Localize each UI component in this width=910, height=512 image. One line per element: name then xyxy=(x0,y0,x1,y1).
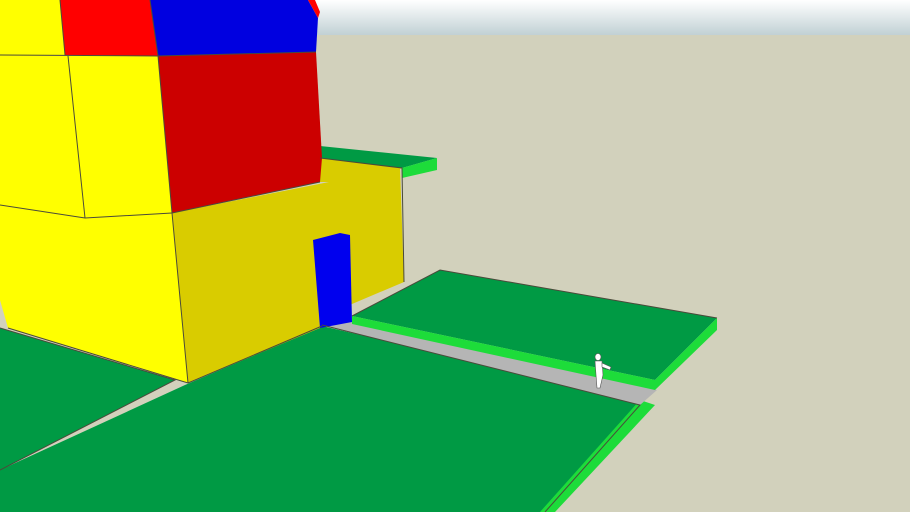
roof-yellow-panel xyxy=(0,0,65,55)
3d-model-viewport[interactable] xyxy=(0,0,910,512)
roof-blue-panel xyxy=(150,0,318,56)
scene-canvas xyxy=(0,0,910,512)
house-upper-mid-wall xyxy=(68,56,172,218)
roof-red-panel xyxy=(60,0,158,56)
